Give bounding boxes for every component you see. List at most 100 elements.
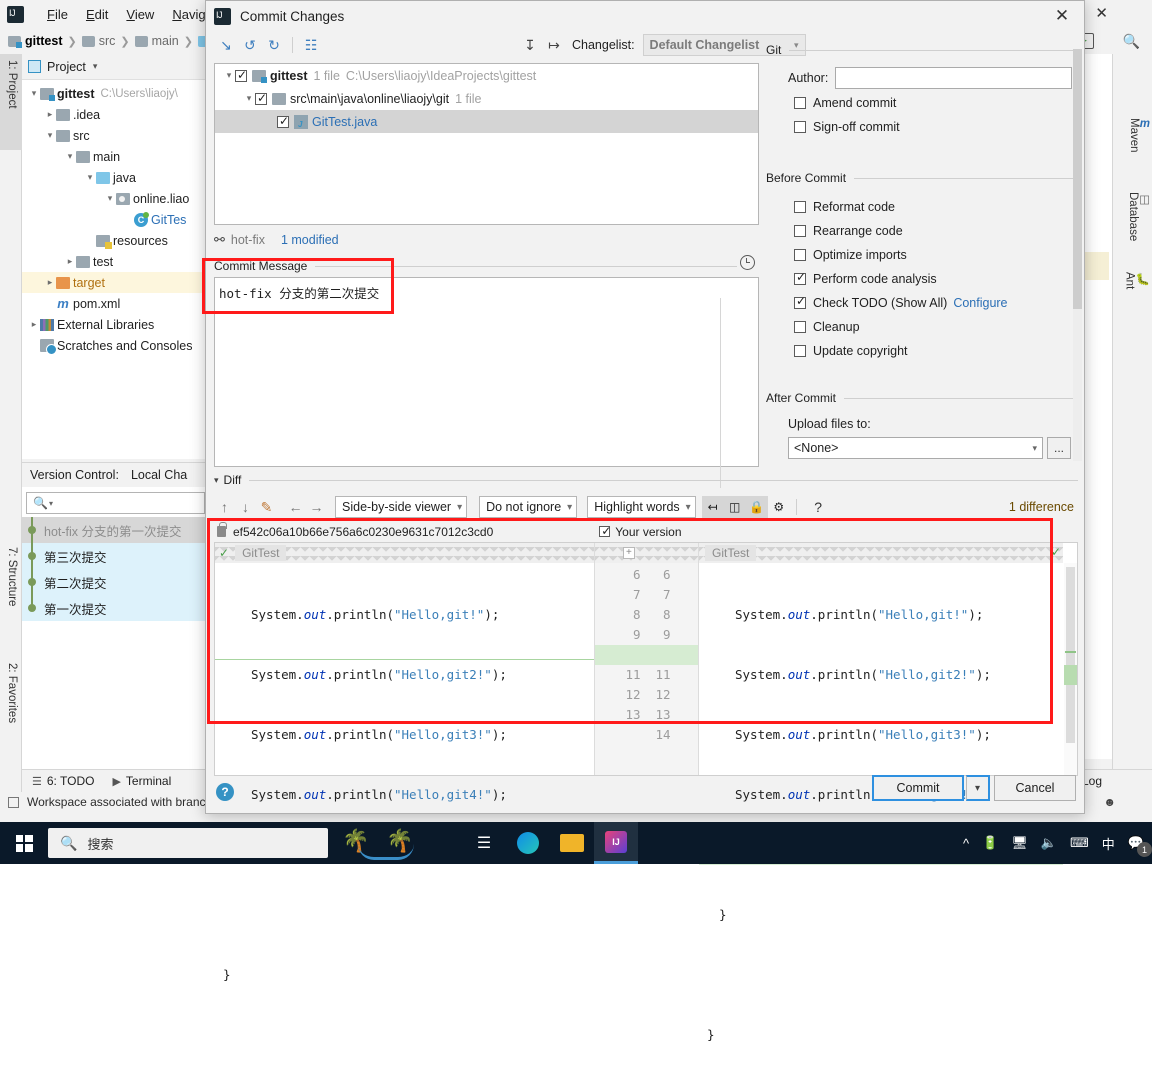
checkbox-cleanup[interactable]: Cleanup xyxy=(766,315,1078,339)
tree-row[interactable]: C GitTes xyxy=(22,209,209,230)
table-row[interactable]: J GitTest.java xyxy=(215,110,758,133)
checkbox-update-copyright[interactable]: Update copyright xyxy=(766,339,1078,363)
taskbar-search-input[interactable]: 🔍 搜索 xyxy=(48,828,328,858)
list-item[interactable]: 第一次提交 xyxy=(22,595,209,621)
battery-icon[interactable]: 🔋 xyxy=(982,835,998,851)
sidebar-item-project[interactable]: 1: Project xyxy=(0,54,22,150)
viewer-mode-dropdown[interactable]: Side-by-side viewer ▾ xyxy=(335,496,468,518)
author-field[interactable] xyxy=(835,67,1073,89)
show-diff-icon[interactable]: ↘ xyxy=(214,34,238,56)
menu-file[interactable]: File xyxy=(38,4,77,25)
group-by-icon[interactable]: ☷ xyxy=(299,34,323,56)
arrow-down-icon[interactable]: ↓ xyxy=(235,496,256,518)
upload-target-dropdown[interactable]: <None> ▾ xyxy=(788,437,1043,459)
close-icon[interactable]: ✕ xyxy=(1040,1,1084,31)
tree-row[interactable]: src xyxy=(22,125,209,146)
list-item[interactable]: 第二次提交 xyxy=(22,569,209,595)
revert-icon[interactable]: ↺ xyxy=(238,34,262,56)
checkbox-check-todo[interactable]: Check TODO (Show All) Configure xyxy=(766,291,1078,315)
chevron-down-icon[interactable] xyxy=(28,88,40,99)
search-icon[interactable]: 🔍 xyxy=(1123,33,1140,50)
tab-terminal[interactable]: ▶ Terminal xyxy=(112,774,171,788)
sidebar-item-favorites[interactable]: 2: Favorites xyxy=(0,657,22,765)
tree-row[interactable]: java xyxy=(22,167,209,188)
chevron-down-icon[interactable] xyxy=(243,93,255,104)
options-scrollbar[interactable] xyxy=(1073,49,1082,461)
expand-icon[interactable]: + xyxy=(623,547,635,559)
list-item[interactable]: 第三次提交 xyxy=(22,543,209,569)
tree-row[interactable]: .idea xyxy=(22,104,209,125)
sidebar-item-structure[interactable]: 7: Structure xyxy=(0,541,22,645)
tree-row[interactable]: main xyxy=(22,146,209,167)
ime-chinese-icon[interactable]: 中 xyxy=(1102,834,1115,853)
table-row[interactable]: gittest 1 file C:\Users\liaojy\IdeaProje… xyxy=(215,64,758,87)
clock-icon[interactable] xyxy=(740,255,755,270)
tree-row[interactable]: gittest C:\Users\liaojy\ xyxy=(22,83,209,104)
commit-button[interactable]: Commit xyxy=(872,775,964,801)
modified-count[interactable]: 1 modified xyxy=(281,233,339,247)
chevron-right-icon[interactable] xyxy=(64,256,76,267)
checkbox[interactable] xyxy=(794,249,806,261)
checkbox[interactable] xyxy=(794,201,806,213)
chevron-right-icon[interactable] xyxy=(28,319,40,330)
sidebar-item-database[interactable]: ◫ Database xyxy=(1127,192,1150,241)
start-button[interactable] xyxy=(0,822,48,864)
lock-icon[interactable]: 🔒 xyxy=(745,496,768,518)
checkbox-rearrange-code[interactable]: Rearrange code xyxy=(766,219,1078,243)
checkbox[interactable] xyxy=(794,225,806,237)
file-checkbox[interactable] xyxy=(277,114,289,128)
network-icon[interactable]: 🖥 xyxy=(1011,835,1028,851)
checkbox[interactable] xyxy=(794,294,806,309)
collapse-all-icon[interactable]: ↦ xyxy=(542,34,566,56)
diff-left-pane[interactable]: ✓ GitTest System.out.println("Hello,git!… xyxy=(215,543,594,982)
tree-row-target[interactable]: target xyxy=(22,272,209,293)
tree-row[interactable]: m pom.xml xyxy=(22,293,209,314)
menu-edit[interactable]: Edit xyxy=(77,4,117,25)
scrollbar-thumb[interactable] xyxy=(1066,567,1075,743)
refresh-icon[interactable]: ↻ xyxy=(262,34,286,56)
checkbox[interactable] xyxy=(794,345,806,357)
checkbox-reformat-code[interactable]: Reformat code xyxy=(766,195,1078,219)
arrow-right-icon[interactable]: → xyxy=(306,496,327,518)
checkbox-sign-off-commit[interactable]: Sign-off commit xyxy=(766,115,1078,139)
project-panel-header[interactable]: Project ▾ xyxy=(22,54,209,80)
upload-browse-button[interactable]: ... xyxy=(1047,437,1071,459)
menu-view[interactable]: View xyxy=(117,4,163,25)
file-explorer-icon[interactable] xyxy=(550,822,594,864)
ignore-mode-dropdown[interactable]: Do not ignore ▾ xyxy=(479,496,578,518)
tree-row[interactable]: online.liao xyxy=(22,188,209,209)
gear-icon[interactable]: ⚙ xyxy=(768,496,790,518)
collapse-unchanged-icon[interactable]: ↤ xyxy=(701,496,724,518)
list-item[interactable]: hot-fix 分支的第一次提交 xyxy=(22,517,209,543)
table-row[interactable]: src\main\java\online\liaojy\git 1 file xyxy=(215,87,758,110)
diff-scrollbar[interactable] xyxy=(1064,563,1077,775)
help-button[interactable]: ? xyxy=(216,783,234,801)
scrollbar-thumb[interactable] xyxy=(1073,49,1082,309)
checkbox-optimize-imports[interactable]: Optimize imports xyxy=(766,243,1078,267)
chevron-down-icon[interactable] xyxy=(104,193,116,204)
sidebar-item-maven[interactable]: m Maven xyxy=(1128,118,1150,153)
highlight-mode-dropdown[interactable]: Highlight words ▾ xyxy=(587,496,696,518)
chevron-down-icon[interactable]: ▾ xyxy=(214,475,219,486)
close-window-button[interactable]: ✕ xyxy=(1095,4,1108,22)
tree-row[interactable]: resources xyxy=(22,230,209,251)
your-version-checkbox[interactable] xyxy=(599,524,611,538)
chevron-down-icon[interactable] xyxy=(223,70,235,81)
commit-message-input[interactable]: hot-fix 分支的第二次提交 xyxy=(214,277,759,488)
tab-todo[interactable]: ☰ 6: TODO xyxy=(32,774,94,788)
volume-icon[interactable]: 🔈 xyxy=(1041,835,1057,851)
question-icon[interactable]: ? xyxy=(808,496,829,518)
commit-options-arrow[interactable]: ▾ xyxy=(966,775,990,801)
chevron-down-icon[interactable]: ▾ xyxy=(93,61,98,72)
sidebar-item-ant[interactable]: 🐛 Ant xyxy=(1124,272,1150,289)
cancel-button[interactable]: Cancel xyxy=(994,775,1076,801)
tree-row[interactable]: External Libraries xyxy=(22,314,209,335)
chevron-down-icon[interactable] xyxy=(64,151,76,162)
checkbox-amend-commit[interactable]: Amend commit xyxy=(766,91,1078,115)
checkbox-perform-code-analysis[interactable]: Perform code analysis xyxy=(766,267,1078,291)
arrow-left-icon[interactable]: ← xyxy=(285,496,306,518)
pencil-icon[interactable]: ✎ xyxy=(256,496,277,518)
chevron-right-icon[interactable] xyxy=(44,277,56,288)
chevron-down-icon[interactable]: ▾ xyxy=(49,499,53,508)
checkbox[interactable] xyxy=(794,321,806,333)
